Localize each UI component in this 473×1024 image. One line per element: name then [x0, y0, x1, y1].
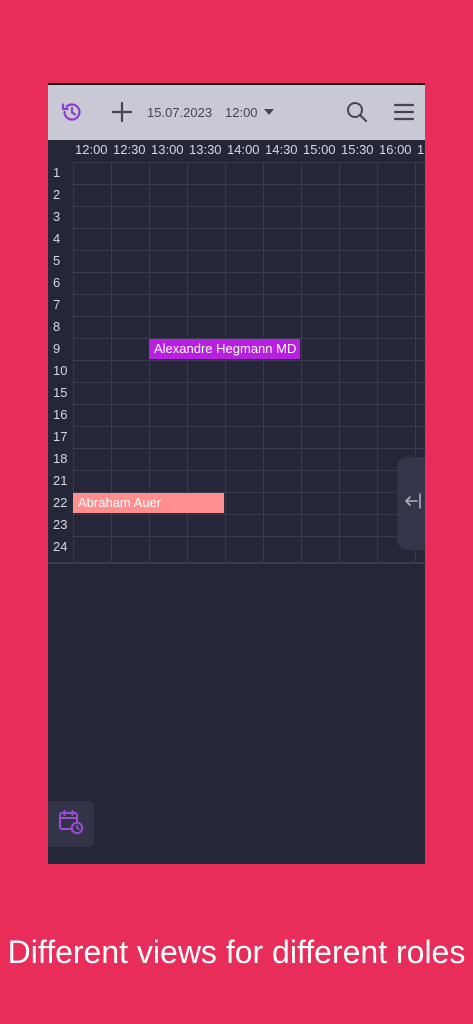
column-header: 14:30 [265, 142, 298, 157]
grid-line [339, 162, 340, 563]
row-label: 9 [53, 341, 61, 356]
chevron-down-icon[interactable] [257, 98, 281, 126]
grid-line [73, 382, 425, 383]
column-header: 16:00 [379, 142, 412, 157]
grid-line [73, 162, 425, 163]
grid-line [73, 426, 425, 427]
schedule-grid: 12:00 12:30 13:00 13:30 14:00 14:30 15:0… [48, 140, 425, 564]
row-label: 24 [53, 539, 68, 554]
marketing-caption: Different views for different roles [7, 934, 466, 970]
column-header: 13:00 [151, 142, 184, 157]
search-icon[interactable] [343, 98, 371, 126]
toolbar: 15.07.2023 12:00 [48, 85, 425, 140]
grid-line [73, 448, 425, 449]
row-label: 22 [53, 495, 68, 510]
column-header: 13:30 [189, 142, 222, 157]
grid-line [73, 250, 425, 251]
calendar-view-button[interactable] [48, 801, 94, 847]
row-label: 6 [53, 275, 61, 290]
row-label: 7 [53, 297, 61, 312]
column-header: 16 [417, 142, 425, 157]
side-panel-handle[interactable] [397, 457, 425, 550]
schedule-event[interactable]: Alexandre Hegmann MD [149, 339, 300, 359]
grid-line [73, 470, 425, 471]
grid-line [263, 162, 264, 563]
grid-line [73, 206, 425, 207]
grid-line [377, 162, 378, 563]
grid-line [225, 162, 226, 563]
grid-line [73, 294, 425, 295]
row-label: 18 [53, 451, 68, 466]
time-selector[interactable]: 12:00 [225, 105, 258, 121]
row-label: 8 [53, 319, 61, 334]
row-label: 4 [53, 231, 61, 246]
column-header: 15:30 [341, 142, 374, 157]
column-header: 12:30 [113, 142, 146, 157]
menu-icon[interactable] [390, 98, 418, 126]
column-header: 14:00 [227, 142, 260, 157]
schedule-event[interactable]: Abraham Auer [73, 493, 224, 513]
date-selector[interactable]: 15.07.2023 [147, 105, 212, 121]
grid-line [73, 228, 425, 229]
row-label: 10 [53, 363, 68, 378]
row-label: 17 [53, 429, 68, 444]
row-label: 3 [53, 209, 61, 224]
row-label: 1 [53, 165, 61, 180]
column-header: 15:00 [303, 142, 336, 157]
row-label: 16 [53, 407, 68, 422]
plus-icon[interactable] [108, 98, 136, 126]
row-label: 2 [53, 187, 61, 202]
grid-line [73, 514, 425, 515]
grid-line [301, 162, 302, 563]
grid-line [73, 272, 425, 273]
grid-line [73, 184, 425, 185]
row-label: 23 [53, 517, 68, 532]
grid-line [73, 536, 425, 537]
grid-line [73, 316, 425, 317]
calendar-clock-icon [58, 809, 84, 840]
grid-line [73, 360, 425, 361]
app-screen: 15.07.2023 12:00 12:00 12:30 13:00 13:30… [48, 83, 425, 864]
history-icon[interactable] [58, 98, 86, 126]
row-label: 15 [53, 385, 68, 400]
collapse-left-icon [403, 492, 423, 515]
row-label: 21 [53, 473, 68, 488]
column-header: 12:00 [75, 142, 108, 157]
grid-bottom-border [48, 562, 425, 564]
grid-line [73, 404, 425, 405]
row-label: 5 [53, 253, 61, 268]
